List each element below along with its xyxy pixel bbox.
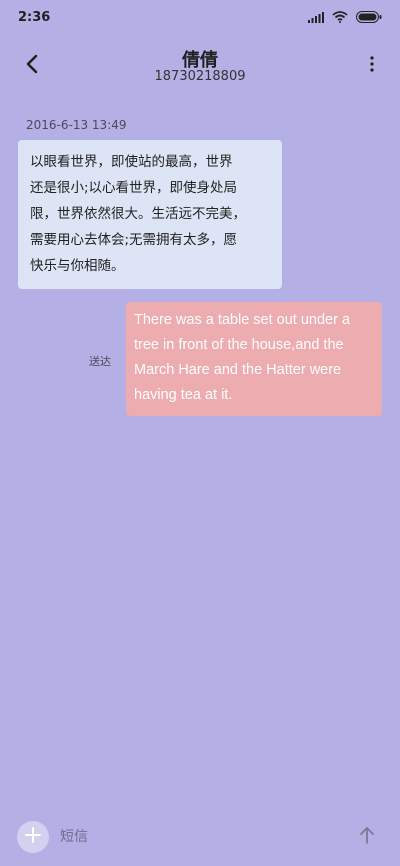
send-button[interactable] <box>354 824 380 850</box>
status-time: 2:36 <box>18 9 51 25</box>
wifi-icon <box>332 11 348 23</box>
message-input[interactable] <box>60 822 340 852</box>
add-attachment-button[interactable] <box>17 821 49 853</box>
status-bar: 2:36 <box>0 0 400 34</box>
signal-icon <box>308 11 324 23</box>
battery-icon <box>356 11 382 23</box>
status-icons <box>308 11 382 23</box>
plus-icon <box>25 827 41 847</box>
compose-bar <box>0 814 400 858</box>
contact-number: 18730218809 <box>154 69 246 84</box>
conversation-header: 倩倩 18730218809 <box>0 40 400 92</box>
delivery-status: 送达 <box>89 355 111 368</box>
send-arrow-icon <box>359 826 375 848</box>
more-vertical-icon <box>370 56 374 76</box>
outgoing-message-bubble[interactable]: There was a table set out under a tree i… <box>126 302 382 416</box>
message-timestamp: 2016-6-13 13:49 <box>26 118 127 132</box>
incoming-message-bubble[interactable]: 以眼看世界，即使站的最高，世界 还是很小;以心看世界，即使身处局 限，世界依然很… <box>18 140 282 289</box>
more-options-button[interactable] <box>360 52 384 80</box>
